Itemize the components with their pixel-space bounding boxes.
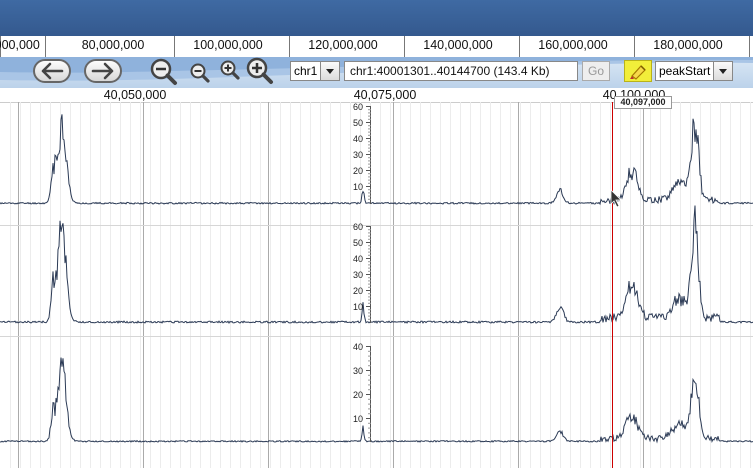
y-tick-label: 40 xyxy=(353,134,363,144)
overview-label: 160,000,000 xyxy=(538,38,608,52)
zoom-in-small-icon[interactable] xyxy=(219,59,241,81)
y-tick-label: 20 xyxy=(353,390,363,400)
overview-label: 100,000,000 xyxy=(193,38,263,52)
y-tick-label: 50 xyxy=(353,118,363,128)
chevron-down-icon[interactable] xyxy=(713,62,732,80)
y-tick-label: 20 xyxy=(353,286,363,296)
y-tick-label: 10 xyxy=(353,182,363,192)
y-tick-label: 10 xyxy=(353,414,363,424)
overview-label: 80,000,000 xyxy=(81,38,145,52)
zoom-out-large-icon[interactable] xyxy=(149,58,179,86)
left-arrow-icon xyxy=(41,62,64,80)
go-button[interactable]: Go xyxy=(582,61,610,81)
overview-tick xyxy=(634,36,635,57)
y-axis: 60 50 40 30 20 10 xyxy=(353,222,371,323)
y-tick-label: 40 xyxy=(353,342,363,352)
zoom-out-small-icon[interactable] xyxy=(189,62,211,84)
overview-tick xyxy=(749,36,750,57)
y-tick-label: 30 xyxy=(353,270,363,280)
track-select[interactable]: peakStart xyxy=(655,61,733,81)
y-tick-label: 30 xyxy=(353,366,363,376)
highlight-button[interactable] xyxy=(624,60,652,82)
ruler-label: 40,075,000 xyxy=(353,88,417,102)
ruler-label: 40,050,000 xyxy=(103,88,167,102)
y-tick-label: 50 xyxy=(353,238,363,248)
location-input[interactable]: chr1:40001301..40144700 (143.4 Kb) xyxy=(344,61,578,81)
overview-label: 180,000,000 xyxy=(653,38,723,52)
overview-tick xyxy=(289,36,290,57)
app-titlebar xyxy=(0,0,753,37)
highlighter-icon xyxy=(630,65,646,80)
y-axis: 60 50 40 30 20 10 xyxy=(353,102,371,204)
pan-right-button[interactable] xyxy=(84,59,122,83)
y-tick-label: 10 xyxy=(353,302,363,312)
overview-tick xyxy=(404,36,405,57)
right-arrow-icon xyxy=(91,62,114,80)
y-tick-label: 30 xyxy=(353,150,363,160)
y-tick-label: 60 xyxy=(353,102,363,112)
chevron-down-icon[interactable] xyxy=(320,62,339,80)
pan-left-button[interactable] xyxy=(33,59,71,83)
y-tick-label: 60 xyxy=(353,222,363,232)
y-tick-label: 40 xyxy=(353,254,363,264)
y-tick-label: 20 xyxy=(353,166,363,176)
grid-lines xyxy=(0,102,753,468)
zoom-in-large-icon[interactable] xyxy=(245,57,275,85)
overview-tick xyxy=(45,36,46,57)
y-axis: 40 30 20 10 xyxy=(353,342,371,442)
signal-tracks: 60 50 40 30 20 10 60 50 40 30 20 10 40 30 20 10 xyxy=(0,102,753,468)
overview-tick xyxy=(519,36,520,57)
cursor-position-label: 40,097,000 xyxy=(614,96,672,109)
overview-label: 0,000,000 xyxy=(0,38,40,52)
overview-ruler[interactable]: 0,000,000 80,000,000 100,000,000 120,000… xyxy=(0,36,753,57)
track-area[interactable]: 60 50 40 30 20 10 60 50 40 30 20 10 40 30 20 10 xyxy=(0,102,753,468)
overview-label: 120,000,000 xyxy=(308,38,378,52)
overview-label: 140,000,000 xyxy=(423,38,493,52)
track-select-value: peakStart xyxy=(659,64,711,78)
overview-tick xyxy=(174,36,175,57)
refseq-select[interactable]: chr1 xyxy=(290,61,340,81)
refseq-value: chr1 xyxy=(294,64,318,78)
